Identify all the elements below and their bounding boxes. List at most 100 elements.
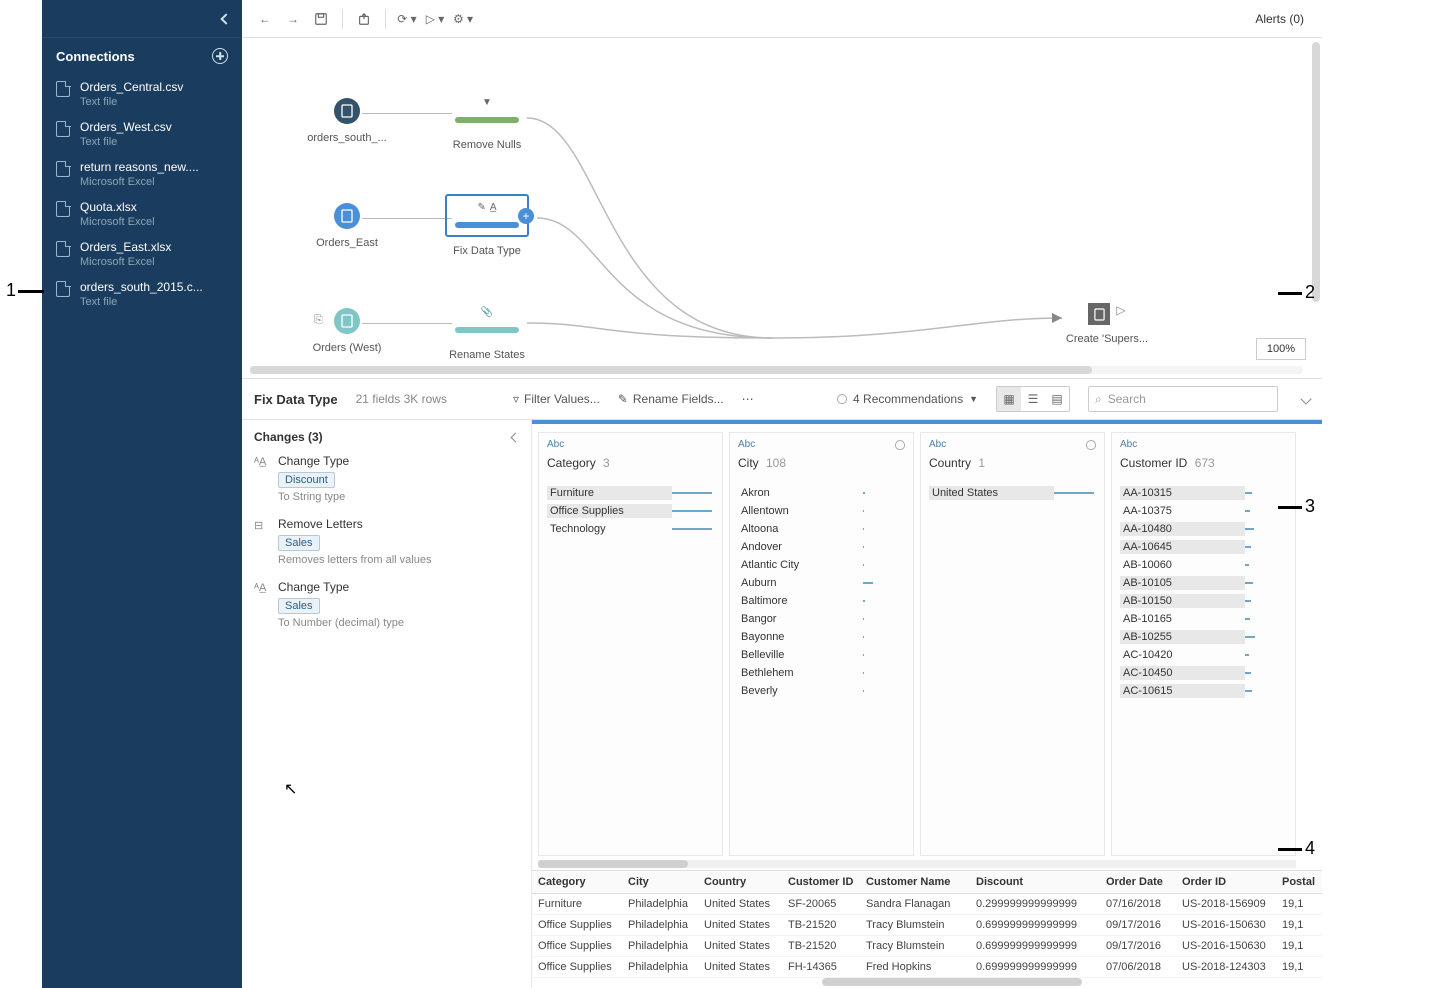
flow-canvas[interactable]: orders_south_... ▼ Remove Nulls Orders_E… xyxy=(242,38,1322,378)
refresh-button[interactable]: ⟳ ▾ xyxy=(394,6,420,32)
change-item[interactable]: ᴬA̲Change TypeSalesTo Number (decimal) t… xyxy=(254,580,519,629)
view-profile-button[interactable]: ▦ xyxy=(997,387,1021,411)
profile-value-row[interactable]: AA-10315 xyxy=(1120,484,1287,502)
scrollbar-thumb[interactable] xyxy=(538,860,688,868)
node-output[interactable]: ▷ Create 'Supers... xyxy=(1062,303,1152,345)
profile-scrollbar[interactable] xyxy=(538,860,1316,870)
more-options-button[interactable]: ⋯ xyxy=(742,392,754,406)
run-button[interactable]: ▷ ▾ xyxy=(422,6,448,32)
view-list-button[interactable]: ☰ xyxy=(1021,387,1045,411)
profile-value-row[interactable]: AA-10645 xyxy=(1120,538,1287,556)
run-icon[interactable]: ▷ xyxy=(1116,303,1125,325)
recommendations-button[interactable]: 4 Recommendations ▼ xyxy=(837,392,978,406)
view-grid-button[interactable]: ▤ xyxy=(1045,387,1069,411)
profile-value-row[interactable]: Technology xyxy=(547,520,714,538)
change-item[interactable]: ⊟Remove LettersSalesRemoves letters from… xyxy=(254,517,519,566)
profile-value-row[interactable]: AB-10105 xyxy=(1120,574,1287,592)
grid-header-cell[interactable]: Postal xyxy=(1276,871,1322,894)
grid-header-cell[interactable]: Order ID xyxy=(1176,871,1276,894)
bulb-icon[interactable] xyxy=(895,440,905,450)
profile-value-row[interactable]: Baltimore xyxy=(738,592,905,610)
grid-header-cell[interactable]: Category xyxy=(532,871,622,894)
grid-header-cell[interactable]: Customer ID xyxy=(782,871,860,894)
change-item[interactable]: ᴬA̲Change TypeDiscountTo String type xyxy=(254,454,519,503)
forward-button[interactable]: → xyxy=(280,6,306,32)
grid-scrollbar[interactable] xyxy=(532,978,1322,988)
scrollbar-thumb[interactable] xyxy=(822,978,1082,986)
profile-value-row[interactable]: AA-10480 xyxy=(1120,520,1287,538)
connection-item[interactable]: Quota.xlsxMicrosoft Excel xyxy=(42,194,242,234)
publish-button[interactable] xyxy=(351,6,377,32)
connection-item[interactable]: Orders_East.xlsxMicrosoft Excel xyxy=(42,234,242,274)
profile-value-row[interactable]: Office Supplies xyxy=(547,502,714,520)
profile-value-row[interactable]: Bethlehem xyxy=(738,664,905,682)
grid-header-cell[interactable]: Discount xyxy=(970,871,1100,894)
profile-value-row[interactable]: AC-10420 xyxy=(1120,646,1287,664)
profile-value-row[interactable]: AC-10450 xyxy=(1120,664,1287,682)
node-label: Orders_East xyxy=(302,237,392,249)
profile-value-row[interactable]: Akron xyxy=(738,484,905,502)
profile-value-row[interactable]: AA-10375 xyxy=(1120,502,1287,520)
profile-value-row[interactable]: Atlantic City xyxy=(738,556,905,574)
table-row[interactable]: Office SuppliesPhiladelphiaUnited States… xyxy=(532,936,1322,957)
flow-scrollbar-horizontal[interactable] xyxy=(250,366,1302,374)
node-orders-east[interactable]: Orders_East xyxy=(302,203,392,249)
callout-1-line xyxy=(18,290,44,293)
profile-bar xyxy=(1245,654,1287,656)
profile-value-row[interactable]: AB-10165 xyxy=(1120,610,1287,628)
grid-header-cell[interactable]: City xyxy=(622,871,698,894)
node-remove-nulls[interactable]: ▼ Remove Nulls xyxy=(442,90,532,151)
profile-value-row[interactable]: Belleville xyxy=(738,646,905,664)
profile-value-row[interactable]: Bayonne xyxy=(738,628,905,646)
node-orders-south[interactable]: orders_south_... xyxy=(302,98,392,144)
rename-fields-button[interactable]: ✎ Rename Fields... xyxy=(618,392,724,406)
profile-value-row[interactable]: AB-10150 xyxy=(1120,592,1287,610)
profile-card[interactable]: AbcCustomer ID 673AA-10315AA-10375AA-104… xyxy=(1111,432,1296,856)
node-orders-west[interactable]: ⎘ Orders (West) xyxy=(302,308,392,354)
sidebar-collapse[interactable] xyxy=(42,0,242,38)
grid-header-cell[interactable]: Customer Name xyxy=(860,871,970,894)
grid-header-cell[interactable]: Order Date xyxy=(1100,871,1176,894)
table-row[interactable]: FurniturePhiladelphiaUnited StatesSF-200… xyxy=(532,894,1322,915)
data-grid: CategoryCityCountryCustomer IDCustomer N… xyxy=(532,870,1322,988)
profile-value-row[interactable]: AC-10615 xyxy=(1120,682,1287,700)
connection-item[interactable]: Orders_Central.csvText file xyxy=(42,74,242,114)
profile-value-row[interactable]: Allentown xyxy=(738,502,905,520)
profile-bar xyxy=(863,546,905,548)
connection-item[interactable]: orders_south_2015.c...Text file xyxy=(42,274,242,314)
profile-value-row[interactable]: Andover xyxy=(738,538,905,556)
node-rename-states[interactable]: 📎 Rename States xyxy=(442,300,532,361)
profile-card[interactable]: AbcCategory 3FurnitureOffice SuppliesTec… xyxy=(538,432,723,856)
flow-scrollbar-vertical[interactable] xyxy=(1312,42,1320,302)
connection-item[interactable]: Orders_West.csvText file xyxy=(42,114,242,154)
expand-button[interactable] xyxy=(1300,393,1311,404)
table-row[interactable]: Office SuppliesPhiladelphiaUnited States… xyxy=(532,915,1322,936)
add-connection-button[interactable] xyxy=(212,48,228,64)
profile-card[interactable]: AbcCity 108AkronAllentownAltoonaAndoverA… xyxy=(729,432,914,856)
filter-values-button[interactable]: ▿ Filter Values... xyxy=(513,392,600,406)
profile-value-row[interactable]: AB-10060 xyxy=(1120,556,1287,574)
profile-value-row[interactable]: Auburn xyxy=(738,574,905,592)
zoom-level[interactable]: 100% xyxy=(1256,338,1306,360)
search-input[interactable]: ⌕ Search xyxy=(1088,386,1278,412)
table-row[interactable]: Office SuppliesPhiladelphiaUnited States… xyxy=(532,957,1322,978)
profile-value-row[interactable]: Altoona xyxy=(738,520,905,538)
node-fix-data-type[interactable]: ✎A̲ + Fix Data Type xyxy=(442,194,532,257)
settings-button[interactable]: ⚙ ▾ xyxy=(450,6,476,32)
grid-header-cell[interactable]: Country xyxy=(698,871,782,894)
scrollbar-thumb[interactable] xyxy=(250,366,1092,374)
field-count: 673 xyxy=(1195,456,1215,470)
alerts-button[interactable]: Alerts (0) xyxy=(1255,12,1312,26)
collapse-changes-button[interactable] xyxy=(511,432,521,442)
bulb-icon[interactable] xyxy=(1086,440,1096,450)
profile-value-row[interactable]: AB-10255 xyxy=(1120,628,1287,646)
profile-card[interactable]: AbcCountry 1United States xyxy=(920,432,1105,856)
add-step-button[interactable]: + xyxy=(518,208,534,224)
profile-value-row[interactable]: Bangor xyxy=(738,610,905,628)
back-button[interactable]: ← xyxy=(252,6,278,32)
connection-item[interactable]: return reasons_new....Microsoft Excel xyxy=(42,154,242,194)
save-button[interactable] xyxy=(308,6,334,32)
profile-value-row[interactable]: Beverly xyxy=(738,682,905,700)
profile-value-row[interactable]: Furniture xyxy=(547,484,714,502)
profile-value-row[interactable]: United States xyxy=(929,484,1096,502)
